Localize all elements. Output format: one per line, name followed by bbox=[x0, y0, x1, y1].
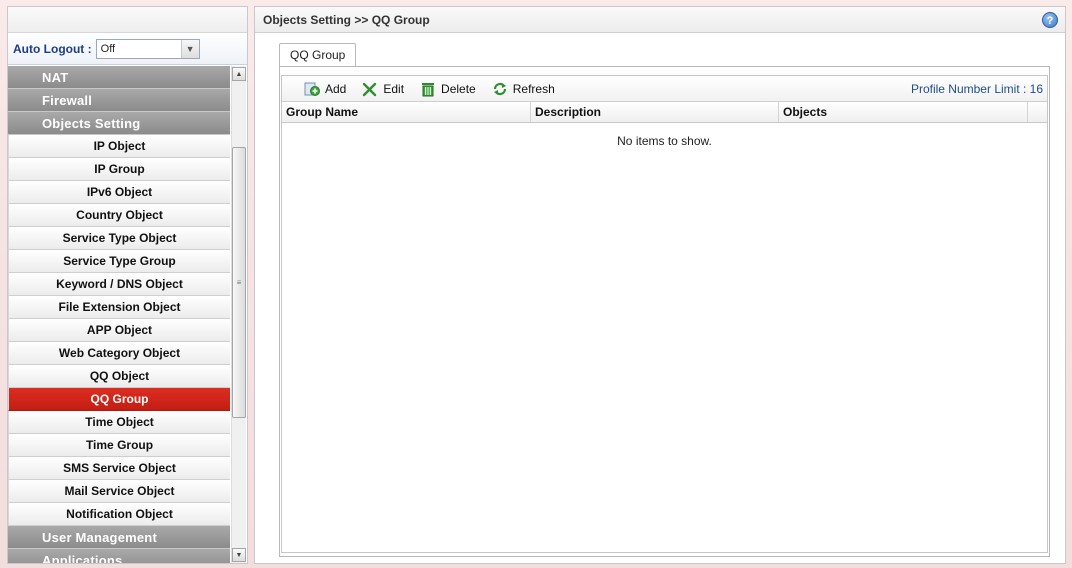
refresh-button[interactable]: Refresh bbox=[492, 81, 555, 97]
add-button[interactable]: Add bbox=[304, 81, 346, 97]
grid-body: No items to show. bbox=[282, 123, 1047, 551]
sidebar-item-mail-service-object[interactable]: Mail Service Object bbox=[8, 480, 230, 503]
sidebar-item-notification-object[interactable]: Notification Object bbox=[8, 503, 230, 526]
menu-list: NAT Firewall Objects Setting IP Object IP Gr… bbox=[8, 66, 230, 563]
main-header: Objects Setting >> QQ Group ? bbox=[255, 7, 1065, 33]
scrollbar-thumb[interactable]: ≡ bbox=[232, 147, 246, 418]
profile-number-limit: Profile Number Limit : 16 bbox=[910, 82, 1043, 96]
grid-toolbar: Add Edit Delete Refresh Profile Number L… bbox=[282, 76, 1047, 102]
delete-button[interactable]: Delete bbox=[420, 81, 476, 97]
auto-logout-row: Auto Logout : Off ▼ bbox=[8, 33, 247, 65]
column-header-objects[interactable]: Objects bbox=[779, 102, 1028, 122]
sidebar-item-sms-service-object[interactable]: SMS Service Object bbox=[8, 457, 230, 480]
column-header-spacer bbox=[1028, 102, 1047, 122]
main-panel: Objects Setting >> QQ Group ? QQ Group A… bbox=[254, 6, 1066, 564]
edit-label: Edit bbox=[383, 81, 405, 96]
add-icon bbox=[304, 81, 320, 97]
edit-button[interactable]: Edit bbox=[362, 81, 404, 97]
menu-category-objects-setting[interactable]: Objects Setting bbox=[8, 112, 230, 135]
sidebar-item-qq-group[interactable]: QQ Group bbox=[8, 388, 230, 411]
sidebar-item-keyword-dns-object[interactable]: Keyword / DNS Object bbox=[8, 273, 230, 296]
auto-logout-value: Off bbox=[100, 42, 116, 55]
breadcrumb: Objects Setting >> QQ Group bbox=[263, 12, 430, 27]
sidebar-item-app-object[interactable]: APP Object bbox=[8, 319, 230, 342]
empty-message: No items to show. bbox=[617, 134, 712, 148]
tab-bar: QQ Group bbox=[279, 43, 357, 67]
column-header-group-name[interactable]: Group Name bbox=[282, 102, 531, 122]
sidebar-item-qq-object[interactable]: QQ Object bbox=[8, 365, 230, 388]
sidebar-item-time-group[interactable]: Time Group bbox=[8, 434, 230, 457]
tab-qq-group[interactable]: QQ Group bbox=[279, 43, 357, 67]
menu-category-nat[interactable]: NAT bbox=[8, 66, 230, 89]
sidebar-menu: NAT Firewall Objects Setting IP Object IP Gr… bbox=[8, 66, 247, 563]
help-icon[interactable]: ? bbox=[1042, 12, 1058, 28]
add-label: Add bbox=[325, 81, 347, 96]
sidebar-top-bar bbox=[8, 7, 247, 33]
sidebar: Auto Logout : Off ▼ NAT Firewall Objects S… bbox=[7, 6, 248, 564]
chevron-down-icon: ▼ bbox=[180, 39, 199, 58]
column-header-description[interactable]: Description bbox=[531, 102, 779, 122]
delete-label: Delete bbox=[441, 81, 476, 96]
menu-category-applications[interactable]: Applications bbox=[8, 549, 230, 563]
sidebar-item-service-type-group[interactable]: Service Type Group bbox=[8, 250, 230, 273]
menu-category-firewall[interactable]: Firewall bbox=[8, 89, 230, 112]
scroll-up-icon[interactable]: ▲ bbox=[232, 67, 246, 81]
sidebar-item-service-type-object[interactable]: Service Type Object bbox=[8, 227, 230, 250]
edit-icon bbox=[362, 81, 378, 97]
menu-category-user-management[interactable]: User Management bbox=[8, 526, 230, 549]
qq-group-grid: Add Edit Delete Refresh Profile Number L… bbox=[281, 75, 1048, 553]
sidebar-item-ip-group[interactable]: IP Group bbox=[8, 158, 230, 181]
auto-logout-select[interactable]: Off ▼ bbox=[95, 38, 200, 59]
menu-scrollbar[interactable]: ▲ ≡ ▼ bbox=[231, 66, 246, 563]
auto-logout-label: Auto Logout : bbox=[13, 41, 92, 56]
refresh-icon bbox=[492, 81, 508, 97]
sidebar-item-ipv6-object[interactable]: IPv6 Object bbox=[8, 181, 230, 204]
refresh-label: Refresh bbox=[512, 81, 555, 96]
sidebar-item-file-extension-object[interactable]: File Extension Object bbox=[8, 296, 230, 319]
sidebar-item-ip-object[interactable]: IP Object bbox=[8, 135, 230, 158]
sidebar-item-web-category-object[interactable]: Web Category Object bbox=[8, 342, 230, 365]
grid-header: Group Name Description Objects bbox=[282, 102, 1047, 123]
trash-icon bbox=[420, 81, 436, 97]
sidebar-item-time-object[interactable]: Time Object bbox=[8, 411, 230, 434]
sidebar-item-country-object[interactable]: Country Object bbox=[8, 204, 230, 227]
scroll-down-icon[interactable]: ▼ bbox=[232, 548, 246, 562]
content-frame: Add Edit Delete Refresh Profile Number L… bbox=[279, 66, 1050, 557]
